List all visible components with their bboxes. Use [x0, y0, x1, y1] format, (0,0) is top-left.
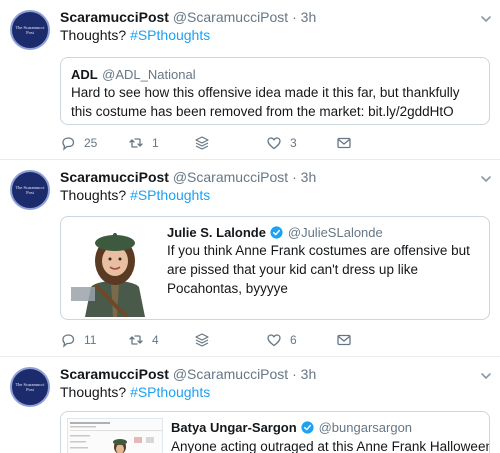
timestamp[interactable]: 3h	[301, 366, 317, 382]
reply-count: 25	[84, 136, 98, 150]
heart-icon	[267, 137, 281, 150]
separator-dot: ·	[292, 9, 297, 25]
verified-icon	[270, 226, 284, 239]
quoted-author-handle: @ADL_National	[102, 67, 196, 82]
mail-icon	[337, 137, 351, 149]
tweet-text: Thoughts? #SPthoughts	[60, 187, 210, 203]
stack-icon	[195, 333, 209, 347]
avatar-seal: The Scaramucci Post	[15, 25, 45, 35]
tweet-text-prefix: Thoughts?	[60, 187, 131, 203]
product-page-screenshot	[68, 419, 162, 453]
quoted-tweet[interactable]: Batya Ungar-Sargon @bungarsargon Anyone …	[60, 411, 490, 453]
quoted-tweet[interactable]: Julie S. Lalonde @JulieSLalonde If you t…	[60, 216, 490, 320]
retweet-button[interactable]: 4	[128, 332, 194, 348]
reply-button[interactable]: 25	[60, 135, 128, 151]
like-count: 3	[290, 136, 297, 150]
quoted-author-handle: @JulieSLalonde	[287, 225, 383, 240]
stack-button[interactable]	[194, 135, 266, 151]
timestamp[interactable]: 3h	[301, 169, 317, 185]
hashtag-link[interactable]: #SPthoughts	[130, 187, 210, 203]
tweet-header: ScaramucciPost @ScaramucciPost · 3h	[60, 169, 316, 185]
tweet-text-prefix: Thoughts?	[60, 384, 131, 400]
avatar[interactable]: The Scaramucci Post	[10, 170, 50, 210]
action-bar: 25 1 3	[60, 135, 352, 151]
avatar[interactable]: The Scaramucci Post	[10, 367, 50, 407]
tweet-text-prefix: Thoughts?	[60, 27, 131, 43]
author-handle[interactable]: @ScaramucciPost	[173, 9, 288, 25]
quoted-media-thumbnail[interactable]	[71, 221, 159, 317]
reply-button[interactable]: 11	[60, 332, 128, 348]
quoted-author-name: ADL	[71, 67, 98, 82]
quoted-author-handle: @bungarsargon	[318, 420, 413, 435]
separator-dot: ·	[292, 366, 297, 382]
avatar[interactable]: The Scaramucci Post	[10, 10, 50, 50]
child-costume-photo	[71, 221, 159, 317]
author-name[interactable]: ScaramucciPost	[60, 9, 169, 25]
mail-icon	[337, 334, 351, 346]
author-name[interactable]: ScaramucciPost	[60, 169, 169, 185]
avatar-seal: The Scaramucci Post	[15, 185, 45, 195]
like-button[interactable]: 6	[266, 332, 336, 348]
stack-icon	[195, 136, 209, 150]
tweet-1[interactable]: The Scaramucci Post ScaramucciPost @Scar…	[0, 0, 500, 160]
heart-icon	[267, 334, 281, 347]
author-handle[interactable]: @ScaramucciPost	[173, 366, 288, 382]
tweet-3[interactable]: The Scaramucci Post ScaramucciPost @Scar…	[0, 357, 500, 453]
tweet-2[interactable]: The Scaramucci Post ScaramucciPost @Scar…	[0, 160, 500, 357]
tweet-text: Thoughts? #SPthoughts	[60, 27, 210, 43]
author-handle[interactable]: @ScaramucciPost	[173, 169, 288, 185]
quoted-text: Hard to see how this offensive idea made…	[71, 85, 460, 119]
hashtag-link[interactable]: #SPthoughts	[130, 384, 210, 400]
tweet-text: Thoughts? #SPthoughts	[60, 384, 210, 400]
reply-icon	[62, 137, 75, 151]
like-count: 6	[290, 333, 297, 347]
reply-icon	[62, 334, 75, 348]
quoted-tweet[interactable]: ADL @ADL_National Hard to see how this o…	[60, 57, 490, 125]
chevron-down-icon[interactable]	[480, 13, 492, 25]
quoted-text: If you think Anne Frank costumes are off…	[167, 243, 470, 296]
like-button[interactable]: 3	[266, 135, 336, 151]
avatar-seal: The Scaramucci Post	[15, 382, 45, 392]
hashtag-link[interactable]: #SPthoughts	[130, 27, 210, 43]
retweet-count: 4	[152, 333, 159, 347]
chevron-down-icon[interactable]	[480, 173, 492, 185]
separator-dot: ·	[292, 169, 297, 185]
message-button[interactable]	[336, 135, 352, 151]
tweet-header: ScaramucciPost @ScaramucciPost · 3h	[60, 366, 316, 382]
retweet-icon	[129, 138, 143, 148]
action-bar: 11 4 6	[60, 332, 352, 348]
quoted-media-thumbnail[interactable]	[67, 418, 163, 453]
author-name[interactable]: ScaramucciPost	[60, 366, 169, 382]
retweet-count: 1	[152, 136, 159, 150]
retweet-button[interactable]: 1	[128, 135, 194, 151]
message-button[interactable]	[336, 332, 352, 348]
quoted-author-name: Batya Ungar-Sargon	[171, 420, 297, 435]
quoted-text: Anyone acting outraged at this Anne Fran…	[171, 439, 490, 453]
tweet-header: ScaramucciPost @ScaramucciPost · 3h	[60, 9, 316, 25]
stack-button[interactable]	[194, 332, 266, 348]
reply-count: 11	[84, 333, 97, 347]
quoted-author-name: Julie S. Lalonde	[167, 225, 266, 240]
chevron-down-icon[interactable]	[480, 370, 492, 382]
retweet-icon	[129, 335, 143, 345]
timestamp[interactable]: 3h	[301, 9, 317, 25]
verified-icon	[301, 421, 314, 434]
